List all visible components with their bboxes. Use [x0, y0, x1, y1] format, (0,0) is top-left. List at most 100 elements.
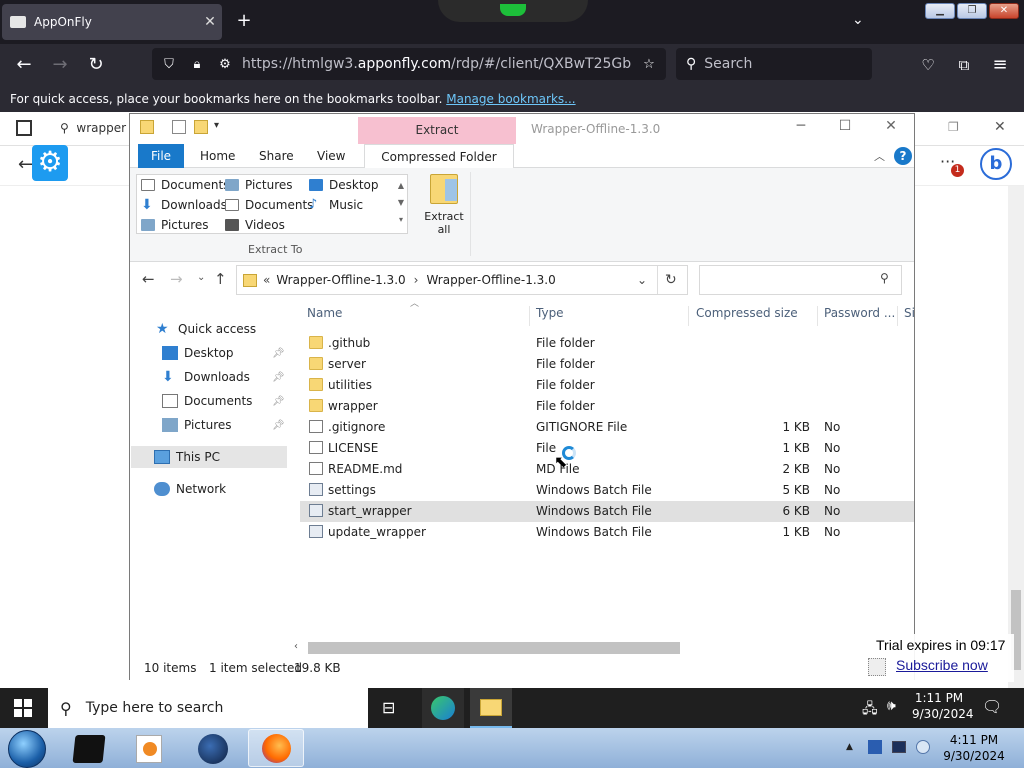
- taskbar-firefox[interactable]: [248, 729, 304, 767]
- extract-pictures-2[interactable]: Pictures: [141, 218, 209, 232]
- nav-quick-access[interactable]: ★ Quick access: [156, 322, 256, 336]
- file-row[interactable]: settings Windows Batch File 5 KB No: [300, 480, 914, 501]
- pin-icon[interactable]: 📌︎: [272, 396, 285, 407]
- scroll-left-icon[interactable]: ‹: [294, 641, 298, 652]
- folder-search-input[interactable]: ⚲: [699, 265, 902, 295]
- remote-toolbar-handle[interactable]: [438, 0, 588, 22]
- notifications-icon[interactable]: 🗨︎: [982, 697, 1002, 716]
- scroll-thumb[interactable]: [308, 642, 680, 654]
- task-view-icon[interactable]: ⊟: [382, 698, 395, 717]
- column-password[interactable]: Password ...: [824, 306, 895, 320]
- browser-search-field[interactable]: ⚲ Search: [676, 48, 872, 80]
- horizontal-scrollbar[interactable]: ‹: [292, 640, 914, 656]
- breadcrumb-overflow-icon[interactable]: «: [263, 273, 270, 287]
- column-type[interactable]: Type: [536, 306, 564, 320]
- start-orb-icon[interactable]: [8, 730, 46, 768]
- bookmark-star-icon[interactable]: ☆: [638, 57, 660, 72]
- forward-icon[interactable]: →: [48, 54, 72, 78]
- media-player-icon[interactable]: [136, 735, 162, 763]
- breadcrumb-part-2[interactable]: Wrapper-Offline-1.3.0: [426, 273, 555, 287]
- address-dropdown-icon[interactable]: ⌄: [637, 273, 647, 287]
- menu-icon[interactable]: ≡: [988, 54, 1012, 78]
- tracking-shield-icon[interactable]: ⛉: [158, 57, 180, 72]
- subscribe-link[interactable]: Subscribe now: [896, 657, 988, 673]
- tab-compressed-folder-tools[interactable]: Compressed Folder Tools: [364, 144, 514, 188]
- file-row[interactable]: update_wrapper Windows Batch File 1 KB No: [300, 522, 914, 543]
- file-row[interactable]: wrapper File folder: [300, 396, 914, 417]
- extract-pictures[interactable]: Pictures: [225, 178, 293, 192]
- reload-icon[interactable]: ↻: [84, 54, 108, 78]
- list-all-tabs-icon[interactable]: ⌄: [852, 12, 864, 28]
- column-compressed-size[interactable]: Compressed size: [696, 306, 798, 320]
- remote-close-icon[interactable]: ✕: [994, 119, 1006, 135]
- column-size[interactable]: Si: [904, 306, 915, 320]
- minimize-button[interactable]: ▁: [925, 3, 955, 19]
- browser-tab[interactable]: AppOnFly ✕: [2, 4, 222, 40]
- tray-network-icon[interactable]: [916, 740, 930, 754]
- nav-downloads[interactable]: ⬇ Downloads: [162, 370, 250, 384]
- nav-this-pc[interactable]: This PC: [154, 450, 220, 464]
- explorer-maximize-icon[interactable]: ☐: [822, 118, 868, 138]
- nav-forward-icon[interactable]: →: [170, 270, 183, 288]
- address-bar[interactable]: « Wrapper-Offline-1.3.0 › Wrapper-Offlin…: [236, 265, 688, 295]
- pin-icon[interactable]: 📌︎: [272, 420, 285, 431]
- extract-documents-2[interactable]: Documents: [225, 198, 313, 212]
- tab-home[interactable]: Home: [200, 144, 235, 168]
- collapse-ribbon-icon[interactable]: ︿: [874, 148, 885, 164]
- new-folder-icon[interactable]: [194, 120, 208, 134]
- local-clock[interactable]: 4:11 PM 9/30/2024: [942, 732, 1006, 764]
- remote-restore-icon[interactable]: ❐: [948, 120, 959, 134]
- lock-icon[interactable]: 🔒︎: [186, 57, 208, 72]
- tray-monitor-icon[interactable]: [892, 741, 906, 753]
- tab-actions-icon[interactable]: [16, 120, 32, 136]
- up-icon[interactable]: ↑: [214, 270, 227, 288]
- url-text[interactable]: https://htmlgw3.apponfly.com/rdp/#/clien…: [242, 56, 632, 72]
- bing-icon[interactable]: b: [980, 148, 1012, 180]
- help-icon[interactable]: ?: [894, 147, 912, 165]
- nav-documents[interactable]: Documents: [162, 394, 252, 408]
- remote-search-tab[interactable]: ⚲ wrapper: [60, 121, 126, 135]
- extract-desktop[interactable]: Desktop: [309, 178, 379, 192]
- app-black-icon[interactable]: [72, 735, 106, 763]
- close-window-button[interactable]: ✕: [989, 3, 1019, 19]
- extract-all-button[interactable]: Extract all: [424, 174, 464, 236]
- remote-back-icon[interactable]: ←: [18, 154, 33, 175]
- remote-scrollbar[interactable]: [1008, 186, 1024, 688]
- chevron-right-icon[interactable]: ›: [414, 273, 419, 287]
- file-row[interactable]: README.md MD File 2 KB No: [300, 459, 914, 480]
- column-name[interactable]: Name: [307, 306, 342, 320]
- settings-gear-icon[interactable]: ⚙: [32, 145, 68, 181]
- taskbar-edge[interactable]: [422, 688, 464, 728]
- back-icon[interactable]: ←: [12, 54, 36, 78]
- windows-start-icon[interactable]: [14, 699, 32, 717]
- extract-videos[interactable]: Videos: [225, 218, 285, 232]
- file-row[interactable]: .gitignore GITIGNORE File 1 KB No: [300, 417, 914, 438]
- taskbar-file-explorer[interactable]: [470, 688, 512, 728]
- permissions-icon[interactable]: ⚙︎: [214, 57, 236, 72]
- close-tab-icon[interactable]: ✕: [198, 14, 222, 30]
- properties-icon[interactable]: [172, 120, 186, 134]
- tab-share[interactable]: Share: [259, 144, 294, 168]
- file-row[interactable]: utilities File folder: [300, 375, 914, 396]
- pin-icon[interactable]: 📌︎: [272, 372, 285, 383]
- extensions-icon[interactable]: ⧉: [952, 54, 976, 78]
- extract-context-tab[interactable]: Extract: [358, 117, 516, 144]
- extract-downloads[interactable]: ⬇ Downloads: [141, 198, 227, 212]
- qat-dropdown-icon[interactable]: ▾: [214, 120, 219, 131]
- new-tab-button[interactable]: +: [232, 10, 256, 31]
- globe-app-icon[interactable]: [198, 734, 228, 764]
- explorer-close-icon[interactable]: ✕: [868, 118, 914, 138]
- pocket-icon[interactable]: ♡: [916, 54, 940, 78]
- file-row[interactable]: start_wrapper Windows Batch File 6 KB No: [300, 501, 914, 522]
- gallery-scroll-icon[interactable]: ▲ ▼ ▾: [395, 177, 407, 231]
- refresh-icon[interactable]: ↻: [665, 272, 677, 288]
- nav-network[interactable]: Network: [154, 482, 226, 496]
- network-tray-icon[interactable]: 🖧︎: [862, 698, 878, 722]
- recent-locations-icon[interactable]: ⌄: [197, 272, 205, 283]
- restore-button[interactable]: ❐: [957, 3, 987, 19]
- extract-documents[interactable]: Documents: [141, 178, 229, 192]
- tray-app-icon[interactable]: [868, 740, 882, 754]
- tab-file[interactable]: File: [138, 144, 184, 168]
- url-bar[interactable]: ⛉ 🔒︎ ⚙︎ https://htmlgw3.apponfly.com/rdp…: [152, 48, 666, 80]
- nav-back-icon[interactable]: ←: [142, 270, 155, 288]
